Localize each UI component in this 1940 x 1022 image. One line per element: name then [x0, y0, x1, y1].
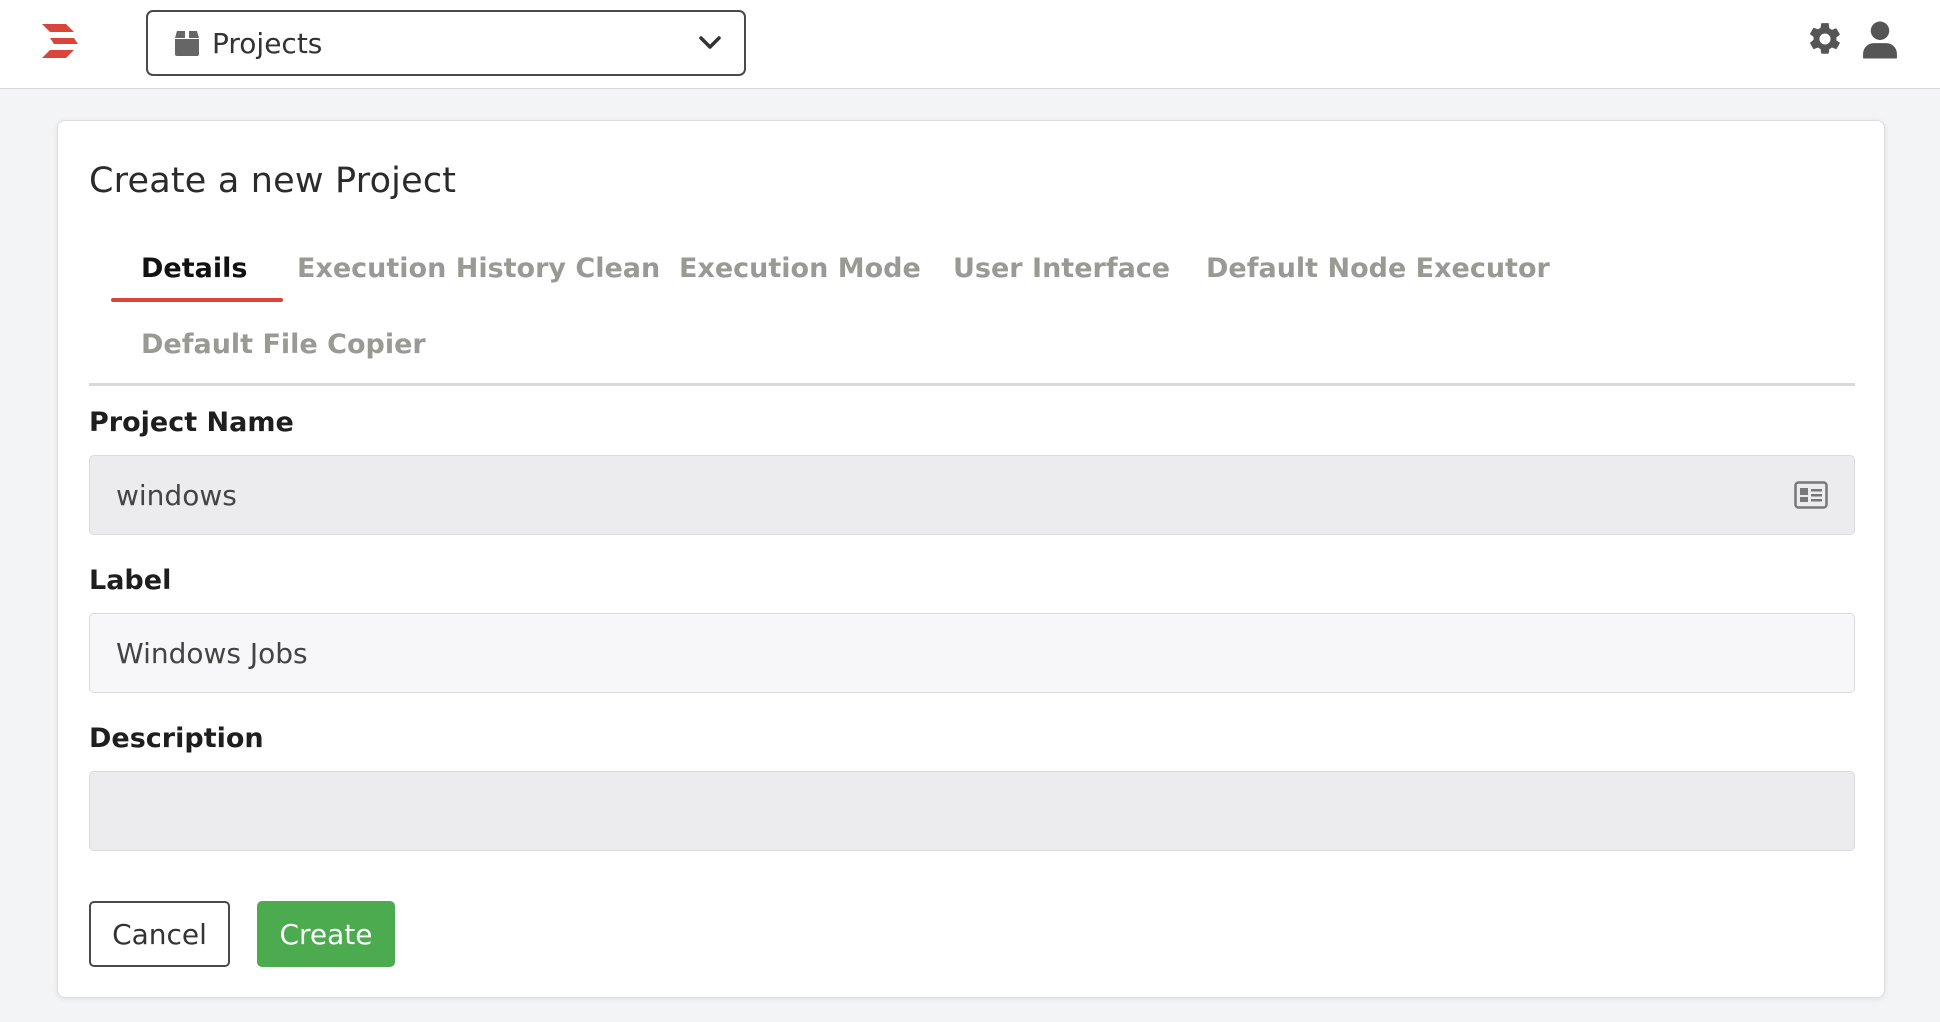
- box-icon: [175, 31, 199, 56]
- tab-default-node-executor[interactable]: Default Node Executor: [1206, 246, 1550, 302]
- label-input[interactable]: Windows Jobs: [89, 613, 1855, 693]
- tab-default-file-copier[interactable]: Default File Copier: [141, 322, 426, 378]
- page-title: Create a new Project: [89, 161, 457, 201]
- label-field-label: Label: [89, 565, 172, 596]
- user-icon[interactable]: [1861, 20, 1899, 60]
- create-button[interactable]: Create: [257, 901, 395, 967]
- project-name-label: Project Name: [89, 407, 294, 438]
- tab-user-interface[interactable]: User Interface: [953, 246, 1170, 302]
- tab-details[interactable]: Details: [110, 246, 285, 302]
- tab-execution-mode[interactable]: Execution Mode: [679, 246, 921, 302]
- top-bar: Projects: [0, 0, 1940, 89]
- tabs-divider: [89, 383, 1855, 386]
- tab-execution-history-clean[interactable]: Execution History Clean: [297, 246, 660, 302]
- label-value: Windows Jobs: [116, 636, 308, 670]
- project-name-input[interactable]: windows: [89, 455, 1855, 535]
- description-label: Description: [89, 723, 264, 754]
- gear-icon[interactable]: [1806, 20, 1844, 58]
- id-card-icon: [1794, 481, 1828, 509]
- cancel-button[interactable]: Cancel: [89, 901, 230, 967]
- logo-icon[interactable]: [40, 22, 84, 66]
- project-name-value: windows: [116, 478, 237, 512]
- description-input[interactable]: [89, 771, 1855, 851]
- create-project-card: Create a new Project Details Execution H…: [57, 120, 1885, 998]
- chevron-down-icon: [699, 36, 721, 49]
- project-selector[interactable]: Projects: [146, 10, 746, 76]
- project-selector-label: Projects: [212, 26, 323, 60]
